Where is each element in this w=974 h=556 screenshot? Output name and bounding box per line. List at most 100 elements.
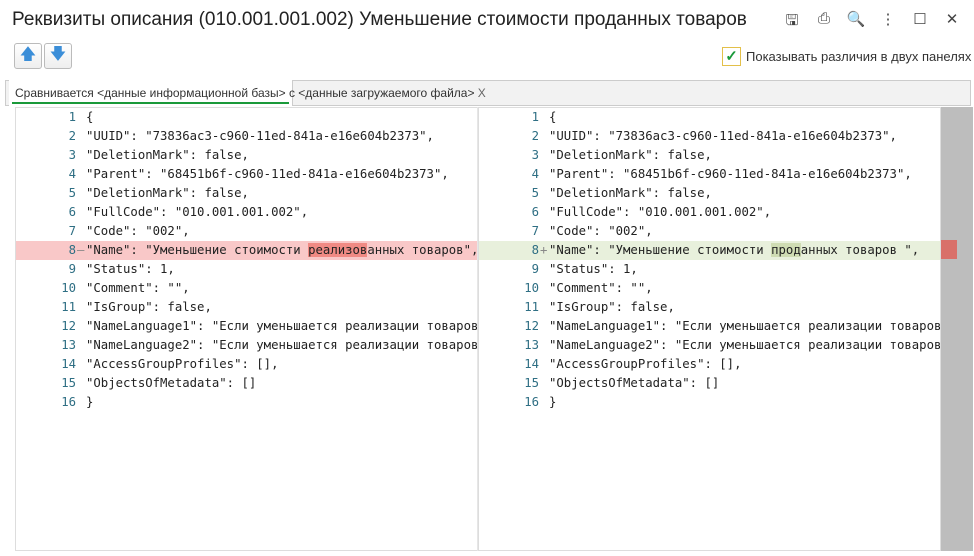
more-icon[interactable]: ⋮ [872, 10, 904, 35]
code-line: 16} [479, 393, 940, 412]
right-code-panel[interactable]: 1{ 2 "UUID": "73836ac3-c960-11ed-841a-e16e… [478, 107, 941, 551]
code-line: 16} [16, 393, 477, 412]
close-icon[interactable]: ✕ [936, 10, 968, 35]
line-text: "AccessGroupProfiles": [], [86, 357, 279, 371]
line-number: 1 [68, 110, 76, 124]
code-line: 12 "NameLanguage1": "Если уменьшается реа… [479, 317, 940, 336]
save-icon[interactable]: 🖫 [776, 10, 808, 35]
code-line: 10 "Comment": "", [479, 279, 940, 298]
line-text: "DeletionMark": false, [549, 148, 712, 162]
code-line: 4 "Parent": "68451b6f-c960-11ed-841a-e16e… [479, 165, 940, 184]
line-text: "DeletionMark": false, [86, 186, 249, 200]
previous-diff-button[interactable]: 🡅 [14, 43, 42, 69]
line-number: 14 [61, 357, 76, 371]
line-text: { [549, 110, 557, 124]
line-text: "IsGroup": false, [86, 300, 212, 314]
line-text: "NameLanguage2": "Если уменьшается реали… [549, 338, 941, 352]
print-icon[interactable]: ⎙ [808, 10, 840, 35]
window-title: Реквизиты описания (010.001.001.002) Уме… [12, 9, 747, 30]
line-number: 5 [68, 186, 76, 200]
code-line: 4 "Parent": "68451b6f-c960-11ed-841a-e16e… [16, 165, 477, 184]
line-fragment: "Name": "Уменьшение стоимости [549, 243, 772, 257]
diff-scroll-marker [941, 240, 957, 259]
preview-icon[interactable]: 🔍 [840, 10, 872, 35]
line-text: "NameLanguage1": "Если уменьшается реали… [86, 319, 478, 333]
changed-fragment: прод [771, 243, 801, 257]
line-number: 8 [68, 243, 76, 257]
code-line: 2 "UUID": "73836ac3-c960-11ed-841a-e16e60… [16, 127, 477, 146]
code-line: 8– "Name": "Уменьшение стоимости реализов… [16, 241, 477, 260]
line-text: "Parent": "68451b6f-c960-11ed-841a-e16e6… [549, 167, 912, 181]
line-text: "UUID": "73836ac3-c960-11ed-841a-e16e604… [549, 129, 897, 143]
line-text: "Status": 1, [86, 262, 175, 276]
line-number: 15 [524, 376, 539, 390]
code-line: 13 "NameLanguage2": "Если уменьшается реа… [479, 336, 940, 355]
left-code-panel[interactable]: 1{2 "UUID": "73836ac3-c960-11ed-841a-e16e… [15, 107, 478, 551]
changed-fragment: реализов [308, 243, 368, 257]
line-number: 14 [524, 357, 539, 371]
code-line: 6 "FullCode": "010.001.001.002", [479, 203, 940, 222]
arrow-down-icon: 🡇 [49, 45, 67, 63]
line-number: 11 [524, 300, 539, 314]
line-number: 3 [68, 148, 76, 162]
line-text: "Code": "002", [549, 224, 653, 238]
line-number: 13 [61, 338, 76, 352]
line-text: "DeletionMark": false, [86, 148, 249, 162]
line-number: 6 [531, 205, 539, 219]
code-line: 5 "DeletionMark": false, [16, 184, 477, 203]
arrow-up-icon: 🡅 [19, 45, 37, 63]
code-line: 15 "ObjectsOfMetadata": [] [16, 374, 477, 393]
code-line: 2 "UUID": "73836ac3-c960-11ed-841a-e16e60… [479, 127, 940, 146]
code-line: 1{ [16, 108, 477, 127]
line-number: 6 [68, 205, 76, 219]
line-number: 10 [61, 281, 76, 295]
code-line: 3 "DeletionMark": false, [16, 146, 477, 165]
code-line: 15 "ObjectsOfMetadata": [] [479, 374, 940, 393]
line-number: 12 [524, 319, 539, 333]
code-line: 1{ [479, 108, 940, 127]
diff-scrollbar[interactable] [941, 107, 973, 551]
code-line: 9 "Status": 1, [16, 260, 477, 279]
line-fragment: анных товаров ", [800, 243, 920, 257]
line-number: 15 [61, 376, 76, 390]
line-number: 5 [531, 186, 539, 200]
code-line: 7 "Code": "002", [16, 222, 477, 241]
show-diff-label[interactable]: Показывать различия в двух панелях [746, 49, 971, 64]
diff-marker: + [540, 243, 548, 257]
line-text: "FullCode": "010.001.001.002", [86, 205, 309, 219]
line-number: 2 [531, 129, 539, 143]
maximize-icon[interactable]: ☐ [904, 10, 936, 35]
line-number: 11 [61, 300, 76, 314]
tab-label: Сравнивается <данные информационной базы… [15, 86, 475, 100]
code-line: 11 "IsGroup": false, [479, 298, 940, 317]
line-number: 10 [524, 281, 539, 295]
line-number: 13 [524, 338, 539, 352]
line-text: "UUID": "73836ac3-c960-11ed-841a-e16e604… [86, 129, 434, 143]
line-number: 7 [68, 224, 76, 238]
tab-close-icon[interactable]: X [478, 86, 486, 100]
tab-compare[interactable]: Сравнивается <данные информационной базы… [9, 80, 486, 106]
next-diff-button[interactable]: 🡇 [44, 43, 72, 69]
code-line: 8 + "Name": "Уменьшение стоимости проданны… [479, 241, 940, 260]
line-text: "NameLanguage1": "Если уменьшается реали… [549, 319, 941, 333]
line-text: "Status": 1, [549, 262, 638, 276]
line-text: "FullCode": "010.001.001.002", [549, 205, 772, 219]
line-fragment: "Name": "Уменьшение стоимости [86, 243, 309, 257]
code-line: 10 "Comment": "", [16, 279, 477, 298]
diff-marker: – [77, 243, 85, 257]
line-number: 8 [531, 243, 539, 257]
code-line: 14 "AccessGroupProfiles": [], [16, 355, 477, 374]
line-text: "Name": "Уменьшение стоимости реализован… [86, 241, 478, 260]
line-number: 16 [524, 395, 539, 409]
code-line: 3 "DeletionMark": false, [479, 146, 940, 165]
line-number: 9 [531, 262, 539, 276]
code-line: 5 "DeletionMark": false, [479, 184, 940, 203]
line-number: 7 [531, 224, 539, 238]
line-number: 9 [68, 262, 76, 276]
line-text: "IsGroup": false, [549, 300, 675, 314]
show-diff-checkbox[interactable]: ✓ [722, 47, 741, 66]
line-fragment: анных товаров", [367, 243, 478, 257]
line-text: "Name": "Уменьшение стоимости проданных … [549, 241, 919, 260]
line-number: 16 [61, 395, 76, 409]
code-line: 7 "Code": "002", [479, 222, 940, 241]
